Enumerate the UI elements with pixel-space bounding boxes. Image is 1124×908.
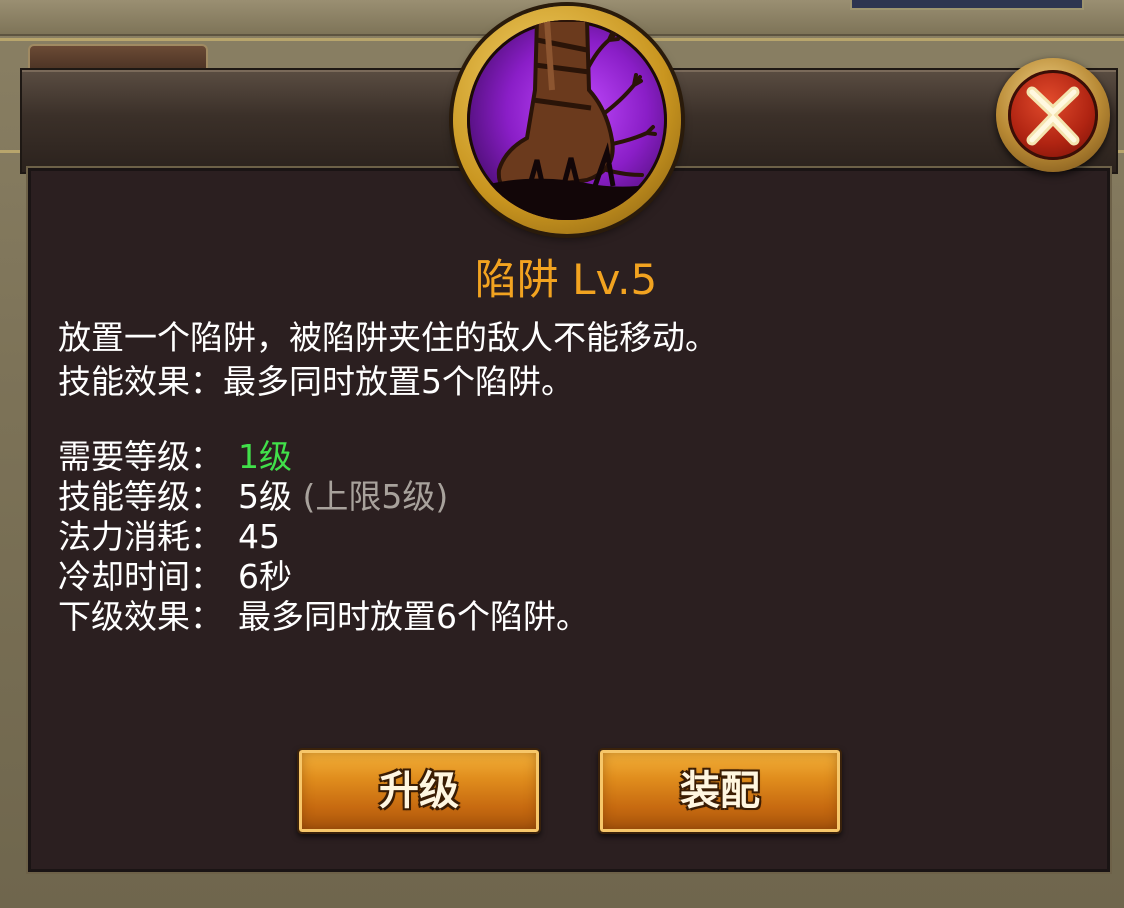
stat-next-effect: 下级效果： 最多同时放置6个陷阱。 <box>58 597 1058 637</box>
stat-cooldown: 冷却时间： 6秒 <box>58 557 1058 597</box>
trap-boot-icon <box>467 20 667 220</box>
stat-label: 需要等级： <box>58 437 223 476</box>
required-level-value: 1级 <box>238 437 292 476</box>
stat-label: 冷却时间： <box>58 557 223 596</box>
skill-level-cap-note: (上限5级) <box>302 477 449 516</box>
close-icon <box>1008 70 1098 160</box>
cooldown-value: 6秒 <box>238 557 292 596</box>
upgrade-button[interactable]: 升级 <box>297 748 541 834</box>
mana-cost-value: 45 <box>238 517 280 556</box>
equip-button-label: 装配 <box>680 768 760 814</box>
upgrade-button-label: 升级 <box>379 768 459 814</box>
stat-label: 下级效果： <box>58 597 223 636</box>
stat-mana-cost: 法力消耗： 45 <box>58 517 1058 557</box>
skill-description-line: 放置一个陷阱，被陷阱夹住的敌人不能移动。 <box>58 318 718 357</box>
stat-label: 技能等级： <box>58 477 223 516</box>
skill-effect-line: 技能效果：最多同时放置5个陷阱。 <box>58 362 574 401</box>
stat-skill-level: 技能等级： 5级 (上限5级) <box>58 477 1058 517</box>
skill-description: 放置一个陷阱，被陷阱夹住的敌人不能移动。 技能效果：最多同时放置5个陷阱。 <box>58 316 1058 404</box>
skill-stats: 需要等级： 1级 技能等级： 5级 (上限5级) 法力消耗： 45 冷却时间： 6秒 下… <box>58 437 1058 637</box>
stat-required-level: 需要等级： 1级 <box>58 437 1058 477</box>
skill-level-value: 5级 <box>238 477 292 516</box>
skill-title: 陷阱 Lv.5 <box>474 255 658 304</box>
skill-icon-frame <box>453 6 681 234</box>
equip-button[interactable]: 装配 <box>598 748 842 834</box>
stat-label: 法力消耗： <box>58 517 223 556</box>
next-effect-value: 最多同时放置6个陷阱。 <box>238 597 589 636</box>
close-button[interactable] <box>996 58 1110 172</box>
background-top-panel <box>850 0 1084 10</box>
